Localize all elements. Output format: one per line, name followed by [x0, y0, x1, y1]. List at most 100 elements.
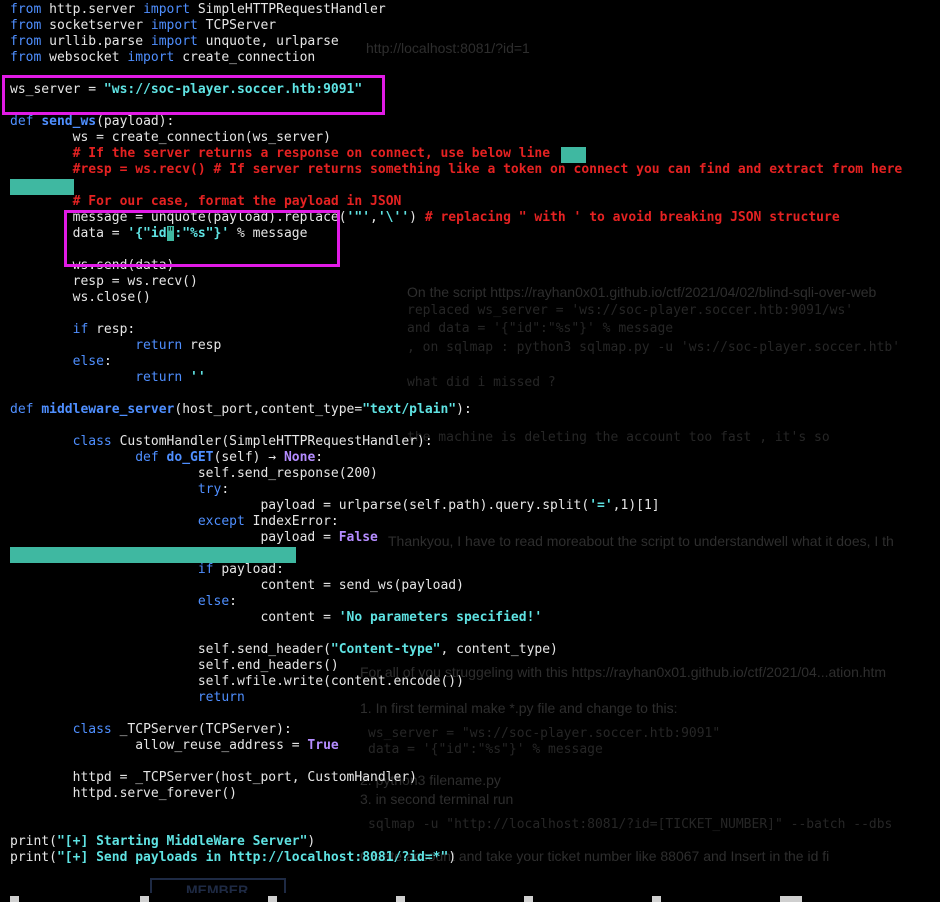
code-token: return [135, 370, 183, 385]
code-token: "Content-type" [330, 642, 441, 657]
code-token: websocket [41, 50, 128, 65]
highlight-box-ws-server [2, 75, 385, 115]
code-line: def middleware_server(host_port,content_… [10, 402, 902, 418]
code-token: "text/plain" [362, 402, 457, 417]
code-token: '=' [589, 498, 613, 513]
code-line: return [10, 690, 902, 706]
code-token: ) [307, 834, 316, 849]
code-token: IndexError: [244, 514, 339, 529]
code-token: TCPServer [197, 18, 277, 33]
code-token: print( [10, 850, 57, 865]
code-token: class [72, 434, 112, 449]
code-line: self.wfile.write(content.encode()) [10, 674, 902, 690]
code-token: (payload): [96, 114, 175, 129]
code-token: from [10, 50, 42, 65]
code-token: : [315, 450, 324, 465]
code-token: ): [456, 402, 472, 417]
code-token: payload: [213, 562, 284, 577]
code-token: content = send_ws(payload) [10, 578, 464, 593]
taskbar-app-icon[interactable] [780, 896, 802, 902]
code-token: do_GET [166, 450, 214, 465]
code-line: self.send_response(200) [10, 466, 902, 482]
code-line: def do_GET(self) → None: [10, 450, 902, 466]
code-line: payload = False [10, 530, 902, 546]
code-token: import [127, 50, 175, 65]
code-token: '\'' [377, 210, 410, 225]
code-token: send_ws [41, 114, 97, 129]
code-token: "[+] Starting MiddleWare Server" [56, 834, 308, 849]
code-token: # For our case, format the payload in JS… [72, 194, 402, 209]
code-token: ws.close() [10, 290, 151, 305]
code-line: ws = create_connection(ws_server) [10, 130, 902, 146]
code-line: from websocket import create_connection [10, 50, 902, 66]
code-token: httpd.serve_forever() [10, 786, 237, 801]
code-token: self.wfile.write(content.encode()) [10, 674, 464, 689]
code-token: '"' [346, 210, 371, 225]
code-token: ws = create_connection(ws_server) [10, 130, 331, 145]
code-line: content = 'No parameters specified!' [10, 610, 902, 626]
code-line: return '' [10, 370, 902, 386]
code-token: if [72, 322, 89, 337]
taskbar-app-icon[interactable] [396, 896, 405, 902]
code-line: from http.server import SimpleHTTPReques… [10, 2, 902, 18]
code-editor[interactable]: from http.server import SimpleHTTPReques… [10, 2, 902, 866]
code-token: ) [409, 210, 425, 225]
code-token: resp = ws.recv() [10, 274, 198, 289]
code-line: content = send_ws(payload) [10, 578, 902, 594]
code-token: #resp = ws.recv() # If server returns so… [72, 162, 903, 177]
highlight-box-data-format [64, 210, 340, 267]
taskbar-app-icon[interactable] [652, 896, 661, 902]
code-token: import [150, 18, 198, 33]
code-token: 'No parameters specified!' [338, 610, 543, 625]
code-line: self.end_headers() [10, 658, 902, 674]
code-token: from [10, 2, 42, 17]
taskbar-app-icon[interactable] [10, 896, 19, 902]
code-token: import [143, 2, 191, 17]
code-line: else: [10, 594, 902, 610]
code-token: middleware_server [41, 402, 175, 417]
code-token: print( [10, 834, 57, 849]
code-token: urllib.parse [41, 34, 151, 49]
code-token: ) [448, 850, 457, 865]
code-token: : [221, 482, 230, 497]
code-line: from urllib.parse import unquote, urlpar… [10, 34, 902, 50]
code-token: return [197, 690, 245, 705]
code-line: try: [10, 482, 902, 498]
code-token: , [370, 210, 378, 225]
code-token: from [10, 18, 42, 33]
code-line: httpd.serve_forever() [10, 786, 902, 802]
code-line: except IndexError: [10, 514, 902, 530]
code-token: # replacing " with ' to avoid breaking J… [424, 210, 840, 225]
code-token: if [197, 562, 214, 577]
taskbar-app-icon[interactable] [524, 896, 533, 902]
taskbar-app-icon[interactable] [140, 896, 149, 902]
code-token: ,1)[1] [612, 498, 660, 513]
code-line: else: [10, 354, 902, 370]
code-token: return [135, 338, 183, 353]
taskbar-app-icon[interactable] [268, 896, 277, 902]
code-token: import [150, 34, 198, 49]
code-token: SimpleHTTPRequestHandler [190, 2, 386, 17]
